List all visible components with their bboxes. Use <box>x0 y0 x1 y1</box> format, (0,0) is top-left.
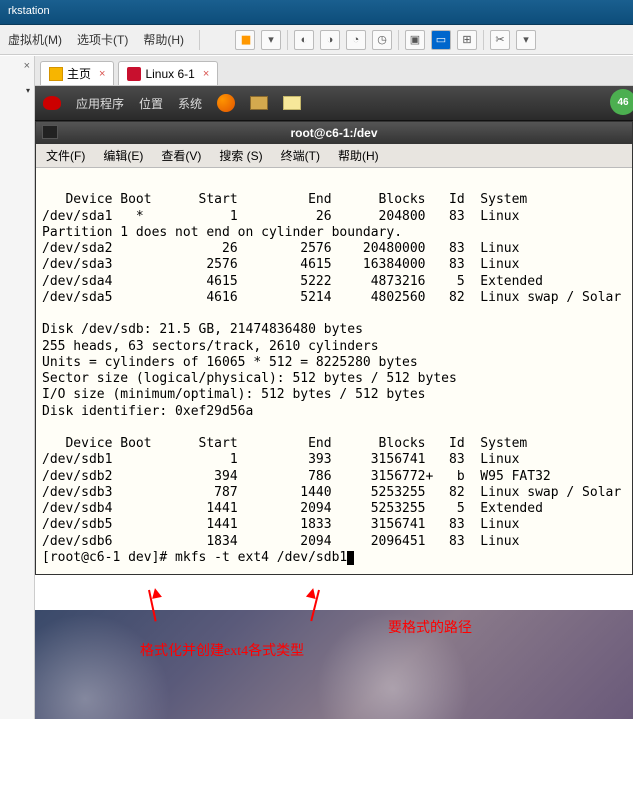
term-menu-search[interactable]: 搜索 (S) <box>219 147 262 164</box>
separator <box>398 30 399 50</box>
dropdown-arrow[interactable]: ▾ <box>261 30 281 50</box>
vmware-menu-bar: 虚拟机(M) 选项卡(T) 帮助(H) ▮▮ ▾ ◐ ◑ ◔ ◷ ▣ ▭ ⊞ ✂… <box>0 25 633 55</box>
menu-system[interactable]: 系统 <box>178 95 202 112</box>
tab-home[interactable]: 主页 × <box>40 61 114 85</box>
snapshot-button[interactable]: ◐ <box>294 30 314 50</box>
term-menu-view[interactable]: 查看(V) <box>161 147 201 164</box>
terminal-icon <box>42 125 58 139</box>
home-icon <box>49 67 63 81</box>
title-text: rkstation <box>8 5 50 17</box>
tab-label: Linux 6-1 <box>145 67 194 81</box>
menu-places[interactable]: 位置 <box>139 95 163 112</box>
menu-help[interactable]: 帮助(H) <box>143 31 184 48</box>
terminal-title-bar[interactable]: root@c6-1:/dev <box>36 122 632 144</box>
toolbar-icons: ▮▮ ▾ ◐ ◑ ◔ ◷ ▣ ▭ ⊞ ✂ ▾ <box>235 30 536 50</box>
tab-label: 主页 <box>67 65 91 82</box>
term-menu-edit[interactable]: 编辑(E) <box>103 147 143 164</box>
close-icon[interactable]: × <box>99 68 105 80</box>
notes-icon[interactable] <box>283 96 301 110</box>
clock-button[interactable]: ◔ <box>346 30 366 50</box>
annotation-arrow-left <box>148 590 150 622</box>
menu-tabs[interactable]: 选项卡(T) <box>77 31 128 48</box>
terminal-title-text: root@c6-1:/dev <box>290 126 377 140</box>
menu-applications[interactable]: 应用程序 <box>76 95 124 112</box>
terminal-output: Device Boot Start End Blocks Id System /… <box>42 192 621 565</box>
firefox-icon[interactable] <box>217 94 235 112</box>
terminal-menu-bar: 文件(F) 编辑(E) 查看(V) 搜索 (S) 终端(T) 帮助(H) <box>36 144 632 168</box>
annotation-text-left: 格式化并创建ext4各式类型 <box>140 640 304 660</box>
vmware-title-bar: rkstation <box>0 0 633 25</box>
close-sidebar-icon[interactable]: × <box>24 60 30 72</box>
settings-button[interactable]: ✂ <box>490 30 510 50</box>
term-menu-file[interactable]: 文件(F) <box>46 147 85 164</box>
redhat-icon[interactable] <box>43 96 61 110</box>
vm-icon <box>127 67 141 81</box>
separator <box>199 30 200 50</box>
term-menu-help[interactable]: 帮助(H) <box>338 147 379 164</box>
desktop-wallpaper <box>35 610 633 719</box>
menu-vm[interactable]: 虚拟机(M) <box>8 31 62 48</box>
cursor <box>347 551 354 565</box>
manage-button[interactable]: ◷ <box>372 30 392 50</box>
terminal-window: root@c6-1:/dev 文件(F) 编辑(E) 查看(V) 搜索 (S) … <box>35 121 633 575</box>
close-icon[interactable]: × <box>203 68 209 80</box>
gnome-panel: 应用程序 位置 系统 <box>35 86 633 121</box>
term-menu-terminal[interactable]: 终端(T) <box>281 147 320 164</box>
annotation-text-right: 要格式的路径 <box>388 617 472 637</box>
dropdown-arrow[interactable]: ▾ <box>516 30 536 50</box>
tab-bar: 主页 × Linux 6-1 × <box>35 56 633 86</box>
terminal-body[interactable]: Device Boot Start End Blocks Id System /… <box>36 168 632 574</box>
fullscreen-button[interactable]: ▭ <box>431 30 451 50</box>
pause-button[interactable]: ▮▮ <box>235 30 255 50</box>
nautilus-icon[interactable] <box>250 96 268 110</box>
annotation-arrow-right <box>318 590 320 622</box>
tab-linux[interactable]: Linux 6-1 × <box>118 61 218 85</box>
view-button[interactable]: ▣ <box>405 30 425 50</box>
badge-count: 46 <box>617 97 628 108</box>
sidebar-collapsed: × ▾ <box>0 56 35 719</box>
expand-sidebar-icon[interactable]: ▾ <box>26 86 30 95</box>
notification-badge[interactable]: 46 <box>610 89 633 115</box>
unity-button[interactable]: ⊞ <box>457 30 477 50</box>
revert-button[interactable]: ◑ <box>320 30 340 50</box>
separator <box>287 30 288 50</box>
separator <box>483 30 484 50</box>
